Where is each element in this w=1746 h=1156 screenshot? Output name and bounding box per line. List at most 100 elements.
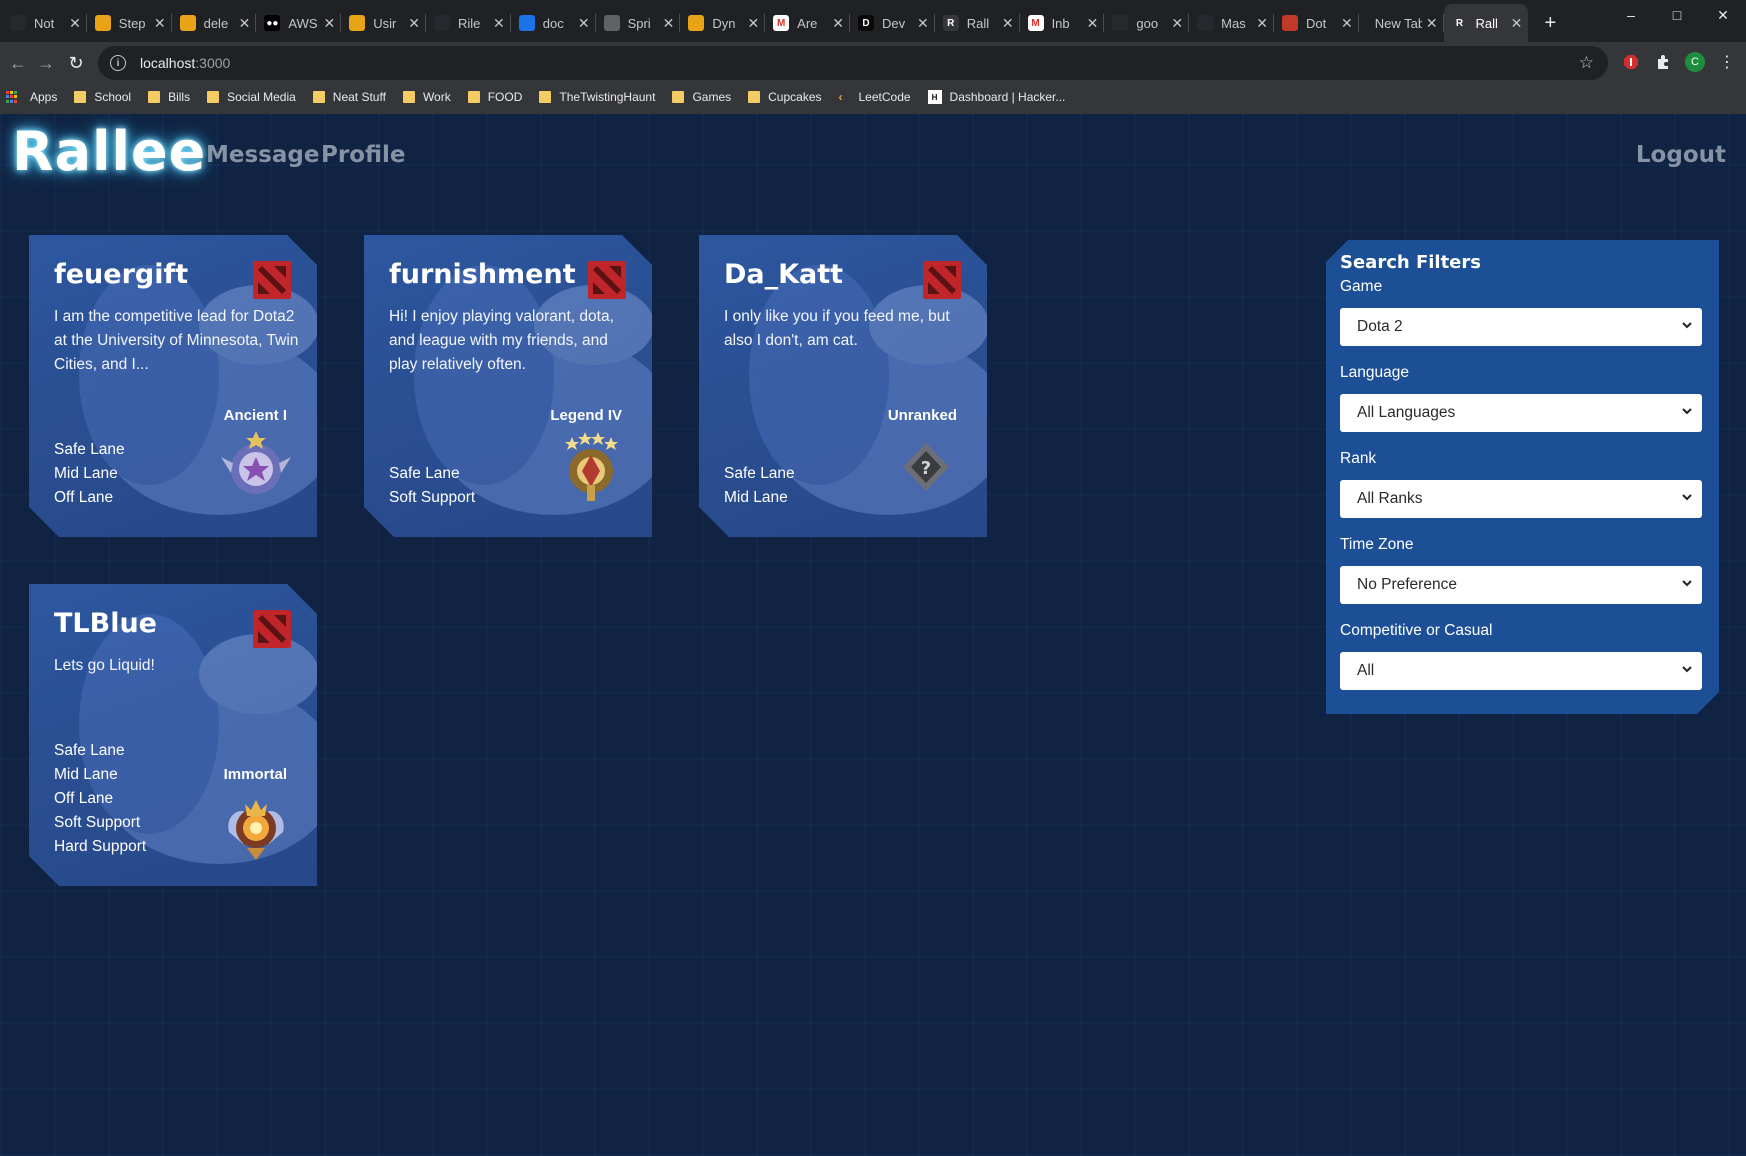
adblock-extension-icon[interactable] [1620,51,1642,73]
browser-tab[interactable]: ●● AWS ✕ [256,4,341,42]
bookmark-label: LeetCode [858,90,911,104]
ancient-rank-medal-icon [221,429,291,503]
bookmark-item[interactable]: School [74,90,131,104]
address-bar[interactable]: i localhost:3000 ☆ [98,46,1608,80]
profile-card[interactable]: furnishment Hi! I enjoy playing valorant,… [364,235,652,537]
role-item: Safe Lane [724,465,795,482]
folder-icon [467,91,480,103]
bookmark-item[interactable]: Social Media [207,90,296,104]
nav-message-link[interactable]: Message [206,142,319,168]
tab-close-icon[interactable]: ✕ [663,15,675,32]
browser-tab[interactable]: R Rall ✕ [935,4,1020,42]
bookmark-item[interactable]: TheTwistingHaunt [539,90,655,104]
rank-select[interactable]: All Ranks [1340,480,1702,518]
profile-card[interactable]: feuergift I am the competitive lead for D… [29,235,317,537]
tab-close-icon[interactable]: ✕ [323,15,335,32]
tab-close-icon[interactable]: ✕ [1087,15,1099,32]
tab-close-icon[interactable]: ✕ [239,15,251,32]
bookmark-item[interactable]: FOOD [467,90,523,104]
tab-favicon-icon [433,15,450,31]
close-window-button[interactable]: ✕ [1700,0,1746,30]
tab-close-icon[interactable]: ✕ [408,15,420,32]
browser-tab[interactable]: Usir ✕ [341,4,426,42]
profile-avatar[interactable]: C [1684,51,1706,73]
browser-tab[interactable]: R Rall ✕ [1443,4,1529,42]
tab-close-icon[interactable]: ✕ [1002,15,1014,32]
timezone-select[interactable]: No Preference [1340,566,1702,604]
competitive-select[interactable]: All [1340,652,1702,690]
tab-favicon-icon: R [942,15,959,31]
back-button[interactable]: ← [4,49,32,77]
dota2-logo-icon [588,261,626,299]
site-info-icon[interactable]: i [110,55,126,71]
browser-tab[interactable]: Not ✕ [2,4,87,42]
browser-tab[interactable]: M Are ✕ [765,4,850,42]
game-select[interactable]: Dota 2 [1340,308,1702,346]
tab-close-icon[interactable]: ✕ [493,15,505,32]
logout-link[interactable]: Logout [1636,142,1726,168]
tab-favicon-icon [688,15,705,31]
bookmark-label: Apps [30,90,58,104]
bookmark-item[interactable]: Bills [148,90,190,104]
tab-close-icon[interactable]: ✕ [69,15,81,32]
extensions-puzzle-icon[interactable] [1652,51,1674,73]
tab-favicon-icon: M [773,15,790,31]
browser-tab[interactable]: Mas ✕ [1189,4,1274,42]
browser-tab[interactable]: Rile ✕ [426,4,511,42]
new-tab-button[interactable]: + [1536,9,1564,37]
tab-close-icon[interactable]: ✕ [1426,15,1438,32]
role-list: Safe Lane Mid Lane Off Lane Soft Support Har… [54,739,146,859]
nav-profile-link[interactable]: Profile [321,142,406,168]
tab-close-icon[interactable]: ✕ [154,15,166,32]
bookmark-item[interactable]: Work [402,90,451,104]
tab-title: Rall [966,15,990,31]
tab-close-icon[interactable]: ✕ [1511,15,1523,32]
browser-tab[interactable]: doc ✕ [511,4,596,42]
browser-tab[interactable]: M Inb ✕ [1020,4,1105,42]
search-filters-panel: Search Filters Game Dota 2 Language All … [1326,240,1719,714]
forward-button[interactable]: → [32,49,60,77]
reload-button[interactable]: ↻ [62,49,90,77]
tab-close-icon[interactable]: ✕ [917,15,929,32]
browser-tab[interactable]: Dyn ✕ [680,4,765,42]
browser-tab[interactable]: dele ✕ [172,4,257,42]
browser-tab[interactable]: Spri ✕ [596,4,681,42]
browser-tab[interactable]: Dot ✕ [1274,4,1359,42]
role-item: Soft Support [389,489,476,506]
url-text[interactable]: localhost:3000 [140,55,230,71]
bookmark-star-icon[interactable]: ☆ [1579,53,1594,73]
browser-tab[interactable]: goo ✕ [1104,4,1189,42]
bookmark-item[interactable]: Cupcakes [748,90,822,104]
tab-close-icon[interactable]: ✕ [1171,15,1183,32]
bookmark-item[interactable]: Games [672,90,731,104]
bookmark-item[interactable]: Neat Stuff [312,90,386,104]
bookmark-label: FOOD [487,90,523,104]
tab-favicon-icon [179,15,196,31]
browser-menu-icon[interactable]: ⋮ [1716,51,1738,73]
bookmark-item[interactable]: H Dashboard | Hacker... [927,90,1065,104]
bookmark-item[interactable]: Apps [6,90,57,104]
tab-close-icon[interactable]: ✕ [747,15,759,32]
maximize-button[interactable]: □ [1654,0,1700,30]
profile-card[interactable]: Da_Katt I only like you if you feed me, b… [699,235,987,537]
hackerrank-icon: H [927,90,942,104]
tab-favicon-icon [349,15,366,31]
minimize-button[interactable]: – [1608,0,1654,30]
browser-tab[interactable]: New Tab ✕ [1359,4,1444,42]
tab-close-icon[interactable]: ✕ [578,15,590,32]
bookmark-label: Games [692,90,732,104]
chevron-down-icon [1680,576,1694,590]
rank-name: Legend IV [550,407,622,424]
profile-card[interactable]: TLBlue Lets go Liquid! Immortal Safe Lane Mi… [29,584,317,886]
tab-close-icon[interactable]: ✕ [832,15,844,32]
bookmark-label: Bills [168,90,191,104]
bookmark-item[interactable]: ‹ LeetCode [839,90,911,104]
browser-tab[interactable]: Step ✕ [87,4,172,42]
language-select[interactable]: All Languages [1340,394,1702,432]
rallee-logo[interactable]: Rallee [12,120,206,183]
tab-close-icon[interactable]: ✕ [1256,15,1268,32]
tab-title: Dyn [712,15,736,31]
tab-favicon-icon [1112,15,1129,31]
tab-close-icon[interactable]: ✕ [1341,15,1353,32]
browser-tab[interactable]: D Dev ✕ [850,4,935,42]
